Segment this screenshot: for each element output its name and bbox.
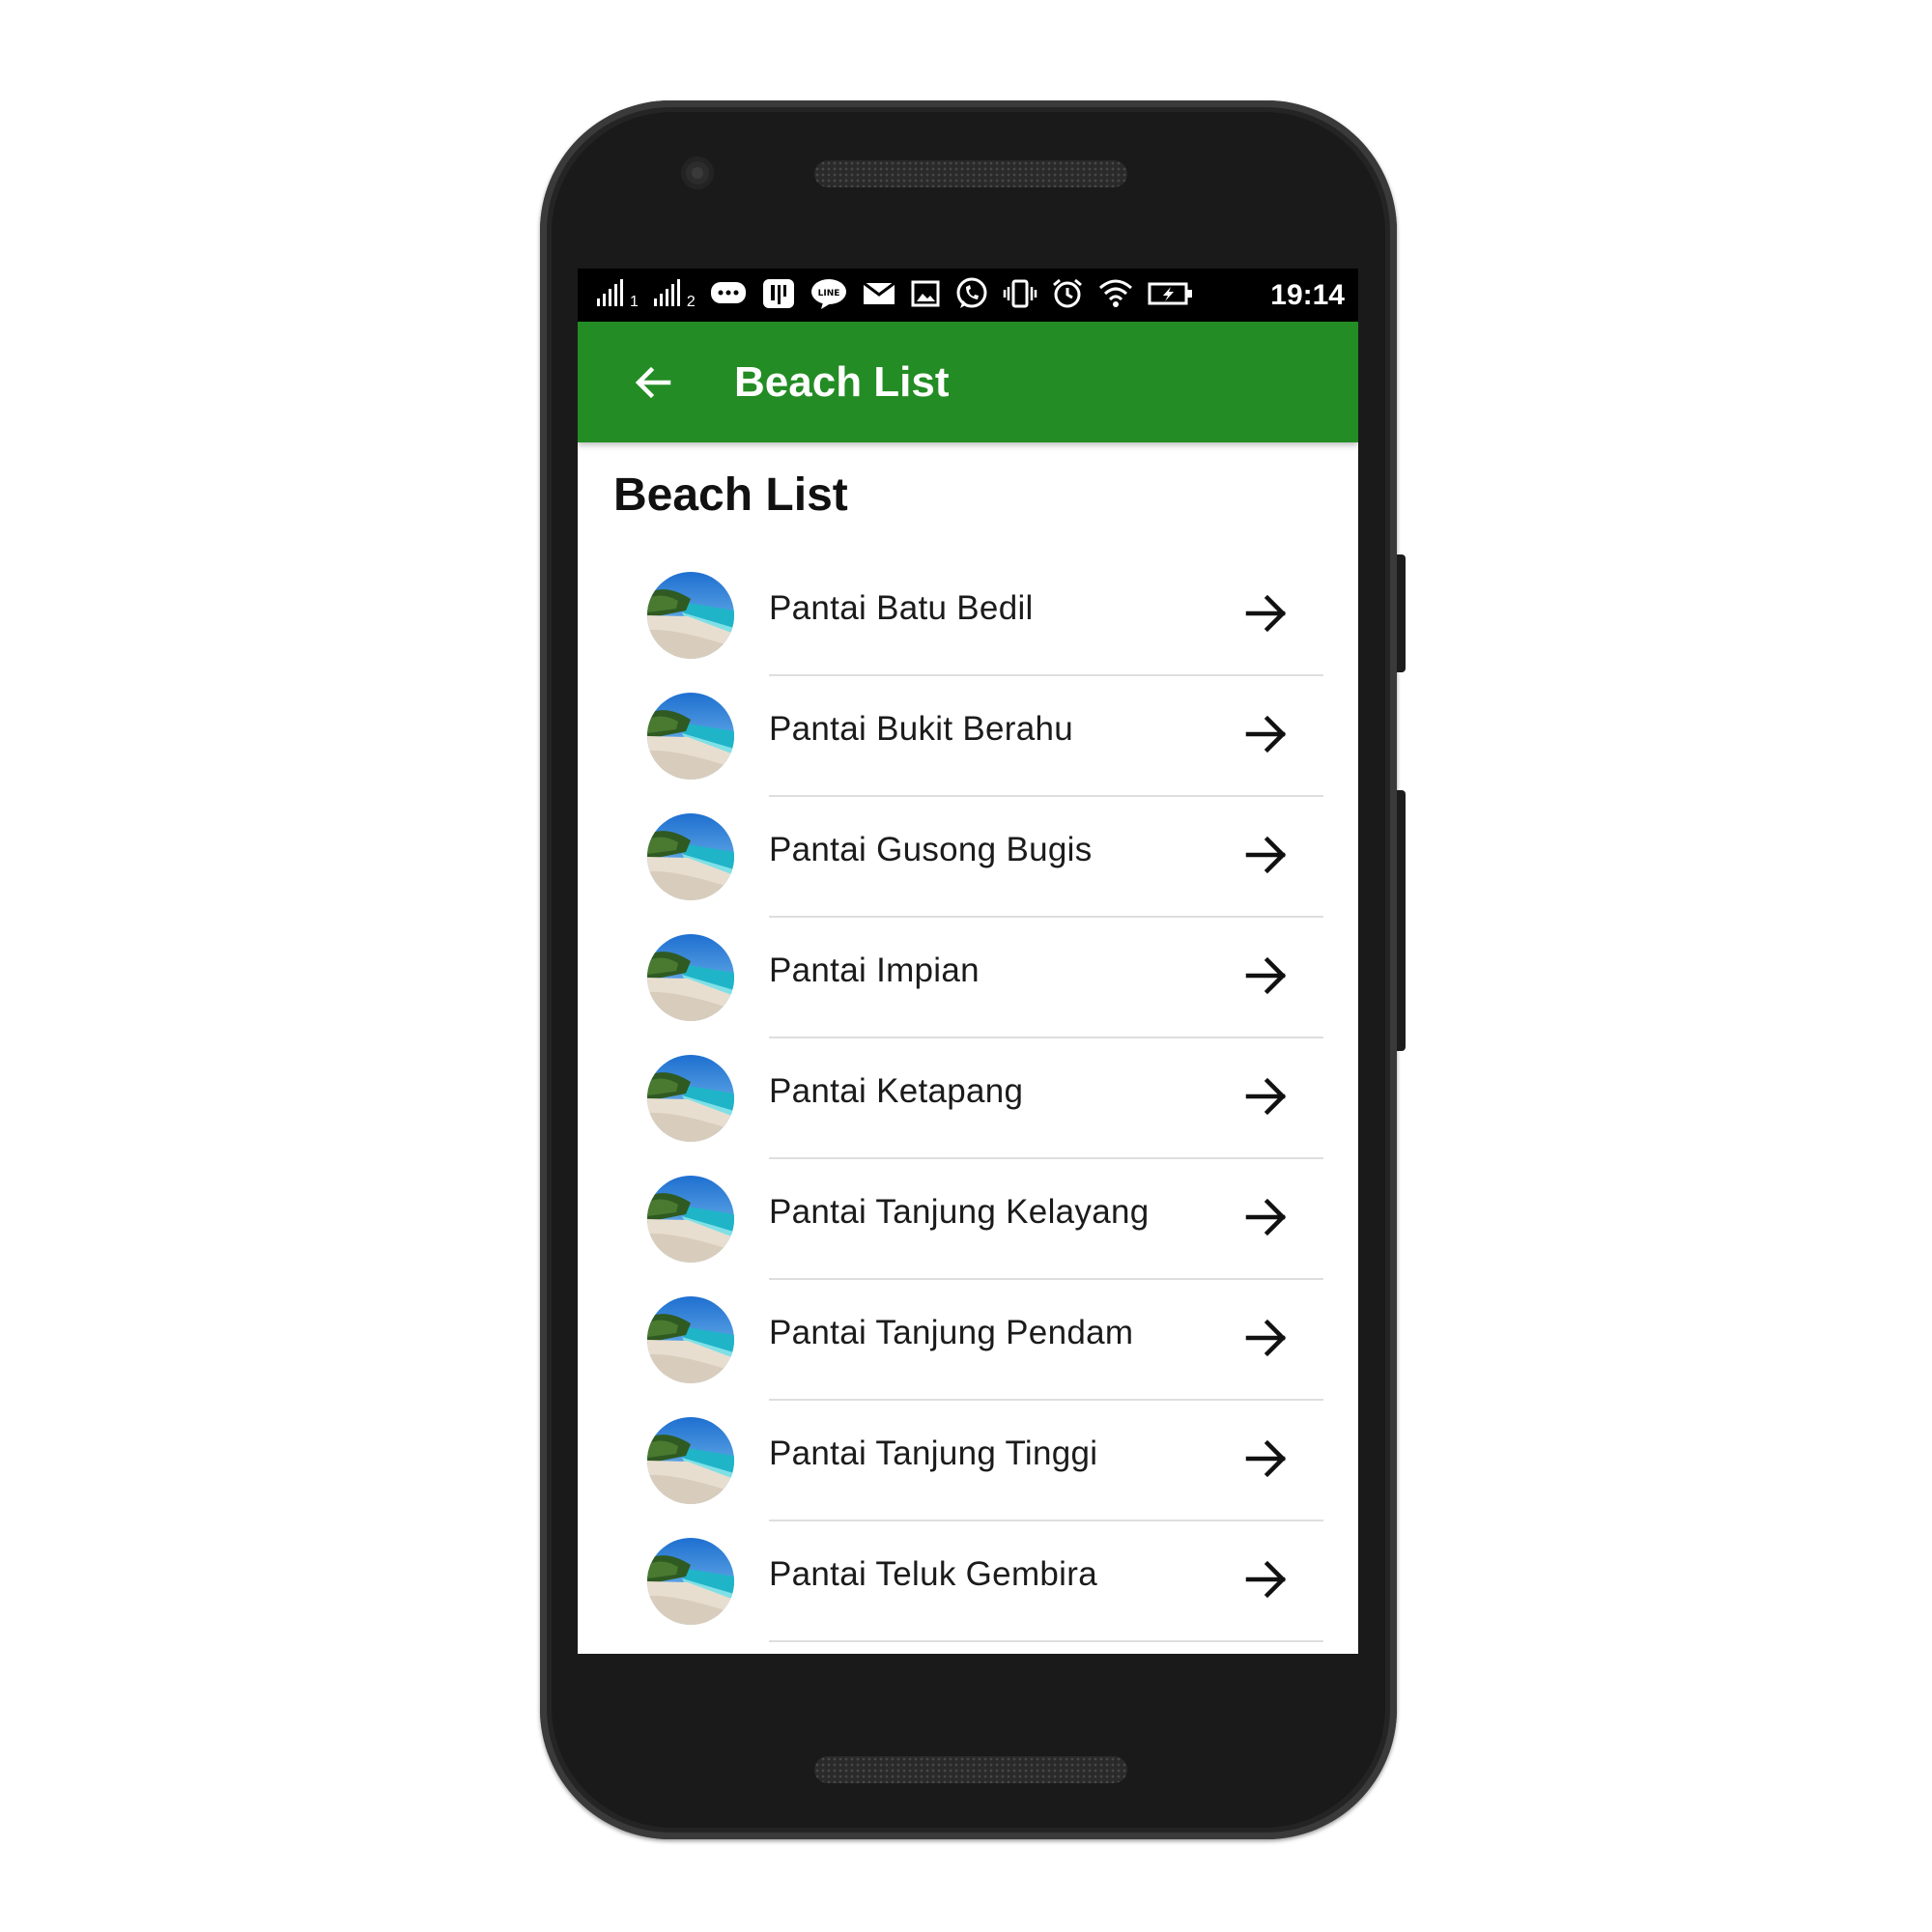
- beach-thumbnail: [647, 1538, 734, 1625]
- beach-list-item[interactable]: Pantai Impian: [578, 918, 1358, 1038]
- arrow-forward-icon[interactable]: [1237, 826, 1295, 884]
- arrow-forward-icon[interactable]: [1237, 947, 1295, 1005]
- beach-name: Pantai Batu Bedil: [769, 589, 1034, 627]
- image-icon: [910, 279, 941, 313]
- svg-text:LINE: LINE: [817, 289, 839, 298]
- status-bar: 1 2 LINE 19:14: [578, 269, 1358, 322]
- beach-list-item[interactable]: Pantai Tanjung Tinggi: [578, 1401, 1358, 1521]
- signal-icon: [652, 277, 685, 315]
- whatsapp-icon: [954, 276, 989, 316]
- back-button[interactable]: [626, 355, 680, 410]
- app-notification-icon: [761, 277, 796, 315]
- beach-name: Pantai Bukit Berahu: [769, 710, 1074, 748]
- vibrate-icon: [1003, 277, 1037, 315]
- arrow-forward-icon[interactable]: [1237, 705, 1295, 763]
- alarm-icon: [1051, 277, 1084, 315]
- screen: 1 2 LINE 19:14 Beach List Beach List Pan…: [578, 269, 1358, 1654]
- beach-list-item[interactable]: Pantai Tanjung Pendam: [578, 1280, 1358, 1401]
- message-icon: [709, 278, 748, 314]
- beach-name: Pantai Ketapang: [769, 1072, 1024, 1110]
- email-icon: [862, 280, 896, 312]
- beach-thumbnail: [647, 1176, 734, 1263]
- beach-list: Pantai Batu Bedil Pantai Bukit Berahu Pa…: [578, 555, 1358, 1642]
- sim2-label: 2: [686, 294, 696, 310]
- app-bar: Beach List: [578, 322, 1358, 442]
- battery-charging-icon: [1148, 280, 1194, 312]
- page-heading: Beach List: [613, 469, 848, 521]
- bottom-speaker: [814, 1756, 1127, 1783]
- arrow-back-icon: [635, 366, 671, 399]
- beach-thumbnail: [647, 1296, 734, 1383]
- list-divider: [769, 1640, 1323, 1642]
- arrow-forward-icon[interactable]: [1237, 1430, 1295, 1488]
- top-speaker: [814, 160, 1127, 187]
- arrow-forward-icon[interactable]: [1237, 1550, 1295, 1608]
- beach-thumbnail: [647, 572, 734, 659]
- beach-thumbnail: [647, 693, 734, 780]
- arrow-forward-icon[interactable]: [1237, 1188, 1295, 1246]
- beach-name: Pantai Tanjung Kelayang: [769, 1193, 1150, 1231]
- beach-name: Pantai Tanjung Tinggi: [769, 1435, 1098, 1472]
- beach-list-item[interactable]: Pantai Teluk Gembira: [578, 1521, 1358, 1642]
- beach-list-item[interactable]: Pantai Ketapang: [578, 1038, 1358, 1159]
- app-bar-title: Beach List: [734, 358, 950, 406]
- beach-name: Pantai Gusong Bugis: [769, 831, 1093, 868]
- sim1-label: 1: [630, 294, 639, 310]
- status-time: 19:14: [1270, 279, 1345, 311]
- beach-thumbnail: [647, 1055, 734, 1142]
- arrow-forward-icon[interactable]: [1237, 584, 1295, 642]
- wifi-icon: [1097, 278, 1134, 314]
- arrow-forward-icon[interactable]: [1237, 1067, 1295, 1125]
- power-button: [1397, 554, 1406, 672]
- beach-name: Pantai Teluk Gembira: [769, 1555, 1097, 1593]
- beach-list-item[interactable]: Pantai Tanjung Kelayang: [578, 1159, 1358, 1280]
- beach-list-item[interactable]: Pantai Bukit Berahu: [578, 676, 1358, 797]
- beach-name: Pantai Impian: [769, 952, 980, 989]
- arrow-forward-icon[interactable]: [1237, 1309, 1295, 1367]
- beach-thumbnail: [647, 1417, 734, 1504]
- volume-button: [1397, 790, 1406, 1051]
- beach-thumbnail: [647, 813, 734, 900]
- front-camera: [681, 156, 714, 189]
- beach-thumbnail: [647, 934, 734, 1021]
- beach-list-item[interactable]: Pantai Gusong Bugis: [578, 797, 1358, 918]
- line-icon: LINE: [810, 277, 848, 315]
- beach-name: Pantai Tanjung Pendam: [769, 1314, 1134, 1351]
- signal-icon: [595, 277, 628, 315]
- beach-list-item[interactable]: Pantai Batu Bedil: [578, 555, 1358, 676]
